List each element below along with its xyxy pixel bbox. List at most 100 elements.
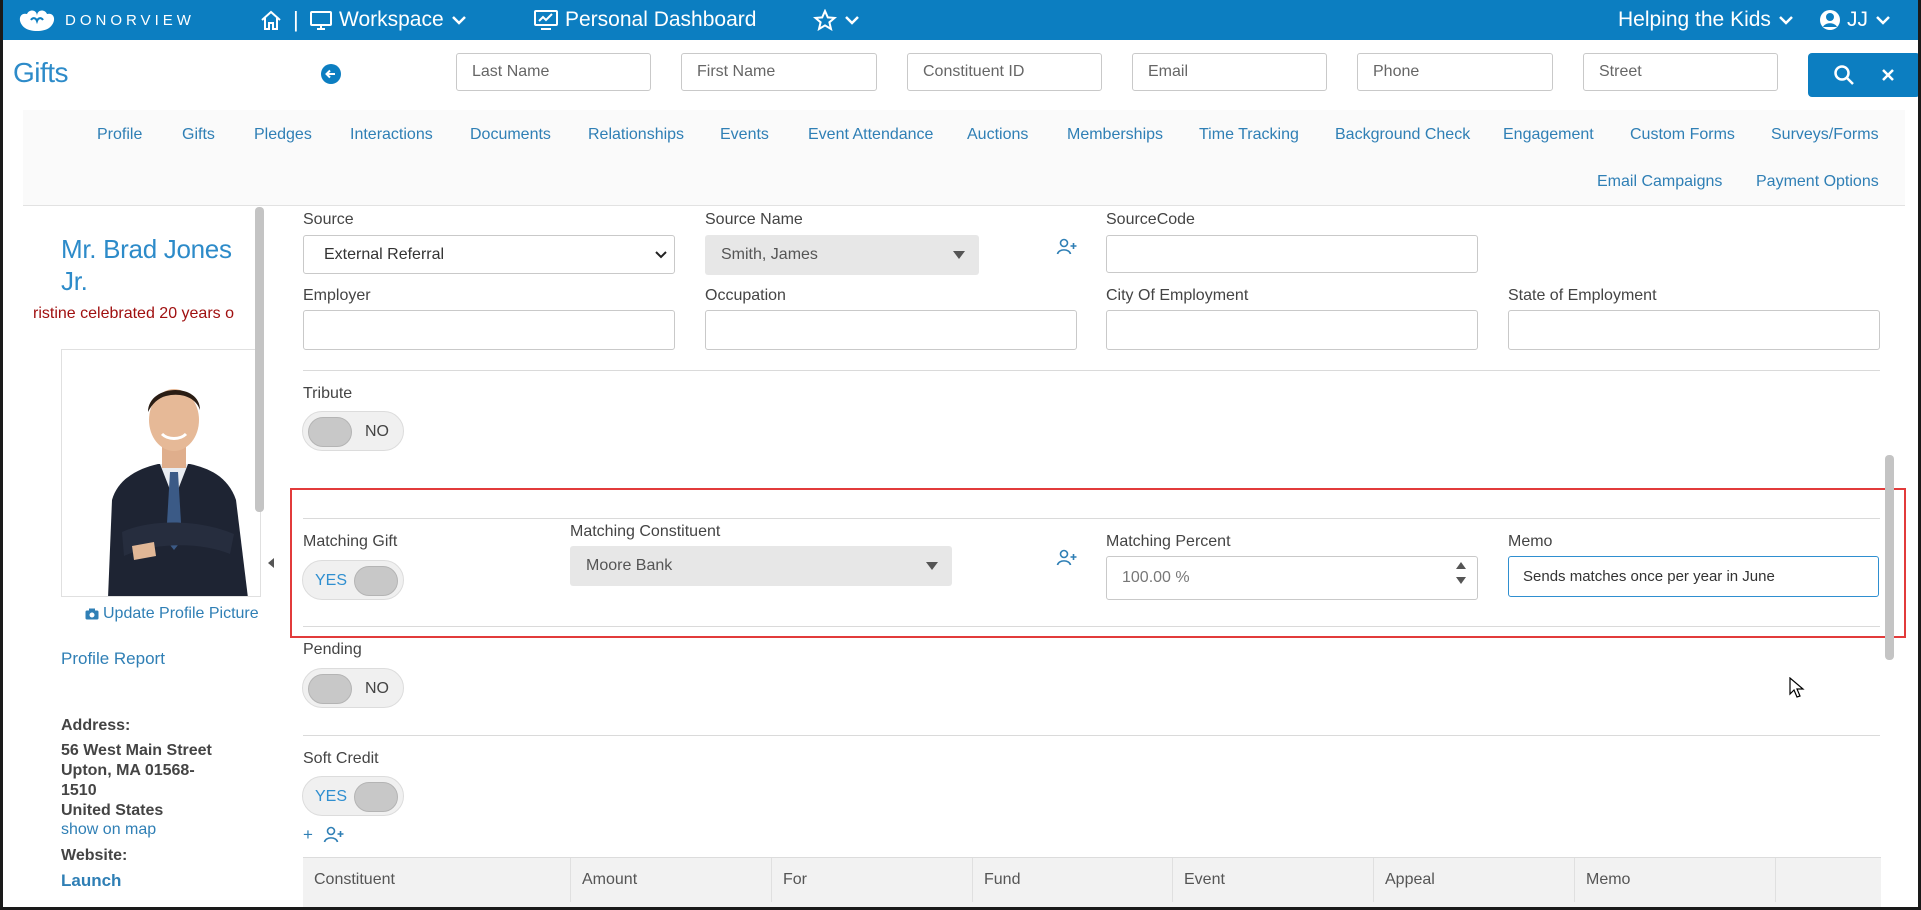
workspace-menu[interactable]: Workspace (309, 0, 468, 40)
back-button[interactable] (321, 64, 341, 84)
soft-credit-label: Soft Credit (303, 750, 379, 767)
column-header-for[interactable]: For (772, 858, 973, 902)
employer-input[interactable] (303, 310, 675, 350)
tab-events[interactable]: Events (720, 126, 769, 144)
page-title: Gifts (13, 57, 69, 88)
column-header-constituent[interactable]: Constituent (303, 858, 571, 902)
news-ticker: ristine celebrated 20 years o (33, 305, 234, 322)
user-circle-icon (1820, 10, 1840, 30)
occupation-label: Occupation (705, 287, 786, 304)
tab-pledges[interactable]: Pledges (254, 126, 312, 144)
pending-toggle-text: NO (365, 680, 389, 697)
logo-icon (19, 10, 55, 31)
memo-input[interactable]: Sends matches once per year in June (1508, 556, 1879, 597)
spin-up-icon[interactable] (1455, 561, 1467, 570)
show-on-map-link[interactable]: show on map (61, 821, 156, 839)
main-scrollbar[interactable] (1885, 455, 1894, 660)
spin-down-icon[interactable] (1455, 576, 1467, 585)
phone-search-input[interactable] (1357, 53, 1553, 91)
matching-gift-label: Matching Gift (303, 533, 398, 550)
city-of-employment-input[interactable] (1106, 310, 1478, 350)
pending-toggle[interactable]: NO (302, 668, 404, 708)
profile-photo (61, 349, 261, 597)
tab-custom-forms[interactable]: Custom Forms (1630, 126, 1735, 144)
source-code-input[interactable] (1106, 235, 1478, 273)
column-header-fund[interactable]: Fund (973, 858, 1173, 902)
tab-relationships[interactable]: Relationships (588, 126, 684, 144)
separator: | (293, 7, 299, 32)
tab-email-campaigns[interactable]: Email Campaigns (1597, 173, 1722, 191)
launch-website-link[interactable]: Launch (61, 871, 121, 891)
tab-auctions[interactable]: Auctions (967, 126, 1028, 144)
chevron-down-icon (1779, 16, 1793, 25)
tab-engagement[interactable]: Engagement (1503, 126, 1594, 144)
add-person-icon[interactable] (1056, 238, 1078, 256)
tab-profile[interactable]: Profile (97, 126, 142, 144)
matching-gift-toggle[interactable]: YES (302, 560, 404, 600)
caret-down-icon (953, 251, 965, 259)
search-actions (1808, 53, 1918, 97)
favorites-menu[interactable] (813, 0, 861, 40)
memo-label: Memo (1508, 533, 1553, 550)
matching-constituent-select[interactable]: Moore Bank (570, 546, 952, 586)
user-menu[interactable]: JJ (1819, 0, 1892, 40)
tab-memberships[interactable]: Memberships (1067, 126, 1163, 144)
number-spinner[interactable] (1455, 561, 1467, 585)
tab-gifts[interactable]: Gifts (182, 126, 215, 144)
tribute-label: Tribute (303, 385, 353, 402)
add-person-icon[interactable] (1056, 549, 1078, 567)
tribute-toggle[interactable]: NO (302, 411, 404, 451)
column-header-amount[interactable]: Amount (571, 858, 772, 902)
add-person-icon[interactable] (323, 826, 345, 844)
tab-time-tracking[interactable]: Time Tracking (1199, 126, 1299, 144)
column-header-memo[interactable]: Memo (1575, 858, 1776, 902)
column-header-event[interactable]: Event (1173, 858, 1374, 902)
address-label: Address: (61, 717, 131, 734)
constituent-sidebar: Mr. Brad Jones Jr. ristine celebrated 20… (23, 207, 266, 907)
profile-report-link[interactable]: Profile Report (61, 649, 165, 669)
soft-credit-toggle[interactable]: YES (302, 776, 404, 816)
email-search-input[interactable] (1132, 53, 1327, 91)
first-name-search-input[interactable] (681, 53, 877, 91)
column-header-appeal[interactable]: Appeal (1374, 858, 1575, 902)
source-label: Source (303, 211, 354, 228)
tab-background-check[interactable]: Background Check (1335, 126, 1470, 144)
sidebar-scrollbar[interactable] (255, 207, 264, 512)
add-soft-credit-button[interactable]: + (303, 825, 313, 845)
street-search-input[interactable] (1583, 53, 1778, 91)
organization-menu[interactable]: Helping the Kids (1618, 0, 1795, 40)
person-portrait-icon (62, 350, 260, 596)
tab-interactions[interactable]: Interactions (350, 126, 433, 144)
last-name-search-input[interactable] (456, 53, 651, 91)
collapse-sidebar-arrow-icon[interactable] (268, 558, 274, 568)
app-window: DONORVIEW | Workspace Personal Dashboard… (0, 0, 1921, 910)
source-name-select[interactable]: Smith, James (705, 235, 979, 275)
toggle-knob (354, 566, 398, 596)
matching-percent-input[interactable]: 100.00 % (1106, 556, 1478, 600)
source-select[interactable]: External Referral (303, 235, 675, 274)
toggle-knob (354, 782, 398, 812)
tab-surveys-forms[interactable]: Surveys/Forms (1771, 126, 1879, 144)
personal-dashboard-link[interactable]: Personal Dashboard (533, 0, 756, 40)
occupation-input[interactable] (705, 310, 1077, 350)
tab-documents[interactable]: Documents (470, 126, 551, 144)
update-profile-picture-link[interactable]: Update Profile Picture (85, 605, 259, 623)
constituent-id-search-input[interactable] (907, 53, 1102, 91)
address-line-1: 56 West Main Street (61, 742, 212, 759)
update-profile-picture-label: Update Profile Picture (103, 605, 259, 622)
organization-label: Helping the Kids (1618, 8, 1771, 31)
search-icon[interactable] (1833, 64, 1855, 86)
tab-payment-options[interactable]: Payment Options (1756, 173, 1879, 191)
close-icon[interactable] (1880, 67, 1896, 83)
city-of-employment-label: City Of Employment (1106, 287, 1249, 304)
source-code-label: SourceCode (1106, 211, 1195, 228)
divider (303, 735, 1880, 736)
chevron-down-icon (451, 16, 466, 25)
home-button[interactable] (259, 0, 283, 40)
donorview-logo[interactable]: DONORVIEW (17, 8, 195, 32)
dashboard-label: Personal Dashboard (565, 8, 757, 31)
state-of-employment-input[interactable] (1508, 310, 1880, 350)
pending-label: Pending (303, 641, 362, 658)
chevron-down-icon (655, 250, 667, 258)
tab-event-attendance[interactable]: Event Attendance (808, 126, 933, 144)
